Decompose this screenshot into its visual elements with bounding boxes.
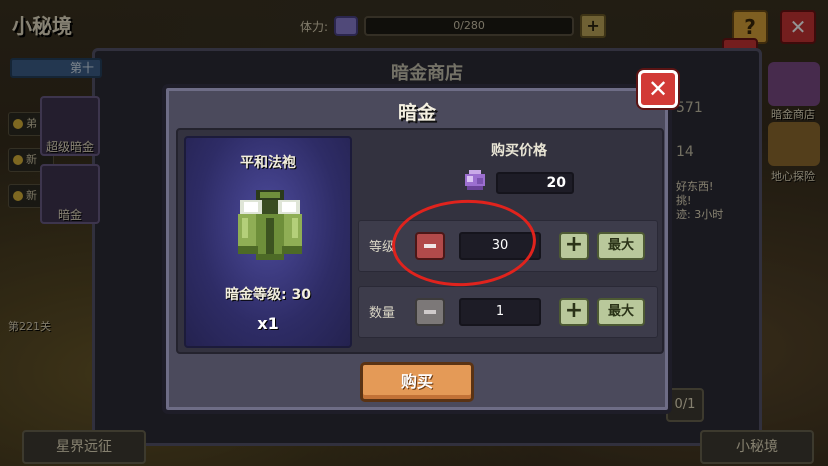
quantity-row: 数量 1 + 最大 <box>358 286 658 338</box>
level-max-button[interactable]: 最大 <box>597 232 645 260</box>
item-card: 平和法袍 暗金等级: 30 x1 <box>184 136 352 348</box>
level-value[interactable]: 30 <box>459 232 541 260</box>
level-row: 等级 30 + 最大 <box>358 220 658 272</box>
dialog-close-icon[interactable]: ✕ <box>638 70 678 108</box>
quantity-increase-button[interactable]: + <box>559 298 589 326</box>
buy-button[interactable]: 购买 <box>360 362 474 402</box>
green-robe-icon <box>238 190 302 260</box>
quantity-max-button[interactable]: 最大 <box>597 298 645 326</box>
purple-gem-icon <box>465 170 485 190</box>
level-label: 等级 <box>369 240 396 255</box>
dialog-title: 暗金 <box>397 102 436 124</box>
level-decrease-button[interactable] <box>415 232 445 260</box>
item-quantity: x1 <box>257 314 279 333</box>
quantity-label: 数量 <box>369 306 396 321</box>
dialog-content: 平和法袍 暗金等级: 30 x1 购买价格 20 等级 30 + 最大 数量 1… <box>176 128 664 354</box>
price-title: 购买价格 <box>491 143 547 159</box>
quantity-value[interactable]: 1 <box>459 298 541 326</box>
level-increase-button[interactable]: + <box>559 232 589 260</box>
item-name: 平和法袍 <box>240 155 296 171</box>
purchase-dialog: 暗金 平和法袍 暗金等级: 30 x1 购买价格 20 等级 30 + 最大 数… <box>162 84 672 414</box>
price-value: 20 <box>496 172 574 194</box>
quantity-decrease-button[interactable] <box>415 298 445 326</box>
item-level: 暗金等级: 30 <box>225 287 311 303</box>
